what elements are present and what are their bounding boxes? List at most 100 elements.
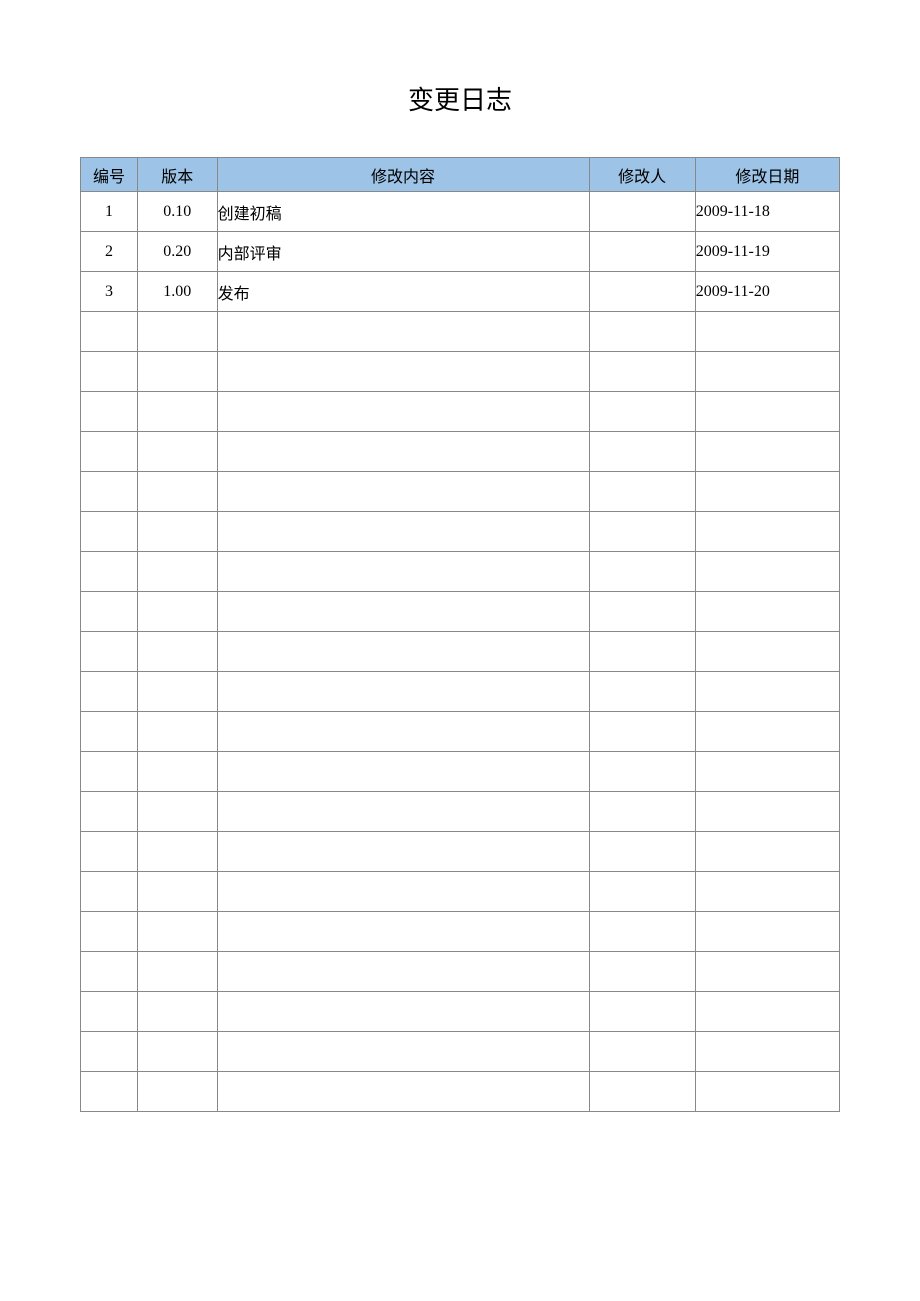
cell-version <box>137 472 217 512</box>
cell-date: 2009-11-19 <box>695 232 839 272</box>
table-row <box>81 912 840 952</box>
table-row <box>81 672 840 712</box>
cell-id <box>81 672 138 712</box>
cell-id <box>81 472 138 512</box>
cell-date <box>695 1072 839 1112</box>
cell-date <box>695 592 839 632</box>
cell-date <box>695 432 839 472</box>
cell-version <box>137 352 217 392</box>
cell-content <box>217 432 589 472</box>
cell-content <box>217 352 589 392</box>
cell-content <box>217 632 589 672</box>
cell-id <box>81 552 138 592</box>
cell-author <box>589 672 695 712</box>
table-row <box>81 552 840 592</box>
cell-content <box>217 1032 589 1072</box>
table-row <box>81 952 840 992</box>
cell-date <box>695 352 839 392</box>
cell-content <box>217 872 589 912</box>
cell-version <box>137 872 217 912</box>
cell-id <box>81 1072 138 1112</box>
cell-id <box>81 952 138 992</box>
cell-content <box>217 672 589 712</box>
cell-version <box>137 552 217 592</box>
cell-author <box>589 752 695 792</box>
cell-date <box>695 512 839 552</box>
cell-id <box>81 712 138 752</box>
cell-id: 1 <box>81 192 138 232</box>
cell-version <box>137 592 217 632</box>
col-header-id: 编号 <box>81 158 138 192</box>
cell-author <box>589 992 695 1032</box>
cell-author <box>589 352 695 392</box>
cell-date <box>695 792 839 832</box>
table-row: 10.10创建初稿2009-11-18 <box>81 192 840 232</box>
cell-id <box>81 392 138 432</box>
cell-version <box>137 672 217 712</box>
table-row <box>81 432 840 472</box>
table-row <box>81 1032 840 1072</box>
cell-version <box>137 512 217 552</box>
cell-author <box>589 552 695 592</box>
cell-author <box>589 192 695 232</box>
table-row <box>81 392 840 432</box>
cell-date <box>695 712 839 752</box>
cell-id <box>81 872 138 912</box>
cell-author <box>589 1032 695 1072</box>
cell-date <box>695 672 839 712</box>
cell-date <box>695 752 839 792</box>
cell-content <box>217 832 589 872</box>
table-row <box>81 512 840 552</box>
table-row: 20.20内部评审 2009-11-19 <box>81 232 840 272</box>
col-header-author: 修改人 <box>589 158 695 192</box>
cell-id: 3 <box>81 272 138 312</box>
cell-version <box>137 992 217 1032</box>
cell-id <box>81 632 138 672</box>
table-row: 31.00发布2009-11-20 <box>81 272 840 312</box>
cell-id <box>81 832 138 872</box>
cell-content <box>217 472 589 512</box>
cell-author <box>589 592 695 632</box>
table-row <box>81 752 840 792</box>
cell-author <box>589 952 695 992</box>
col-header-date: 修改日期 <box>695 158 839 192</box>
cell-author <box>589 432 695 472</box>
col-header-content: 修改内容 <box>217 158 589 192</box>
table-row <box>81 352 840 392</box>
cell-id: 2 <box>81 232 138 272</box>
changelog-table: 编号 版本 修改内容 修改人 修改日期 10.10创建初稿2009-11-182… <box>80 157 840 1112</box>
cell-date <box>695 992 839 1032</box>
cell-author <box>589 1072 695 1112</box>
cell-id <box>81 912 138 952</box>
cell-date <box>695 1032 839 1072</box>
cell-version: 0.20 <box>137 232 217 272</box>
cell-author <box>589 792 695 832</box>
cell-version <box>137 432 217 472</box>
cell-content: 内部评审 <box>217 232 589 272</box>
table-row <box>81 312 840 352</box>
cell-date: 2009-11-18 <box>695 192 839 232</box>
table-row <box>81 1072 840 1112</box>
cell-date: 2009-11-20 <box>695 272 839 312</box>
cell-date <box>695 952 839 992</box>
cell-version <box>137 312 217 352</box>
cell-author <box>589 712 695 752</box>
cell-version: 1.00 <box>137 272 217 312</box>
cell-content <box>217 992 589 1032</box>
cell-date <box>695 392 839 432</box>
cell-date <box>695 632 839 672</box>
cell-author <box>589 472 695 512</box>
table-header-row: 编号 版本 修改内容 修改人 修改日期 <box>81 158 840 192</box>
cell-content <box>217 752 589 792</box>
cell-id <box>81 792 138 832</box>
cell-id <box>81 992 138 1032</box>
col-header-version: 版本 <box>137 158 217 192</box>
cell-content <box>217 312 589 352</box>
cell-id <box>81 592 138 632</box>
cell-date <box>695 872 839 912</box>
cell-author <box>589 872 695 912</box>
cell-id <box>81 352 138 392</box>
table-row <box>81 632 840 672</box>
cell-content <box>217 512 589 552</box>
cell-version <box>137 392 217 432</box>
